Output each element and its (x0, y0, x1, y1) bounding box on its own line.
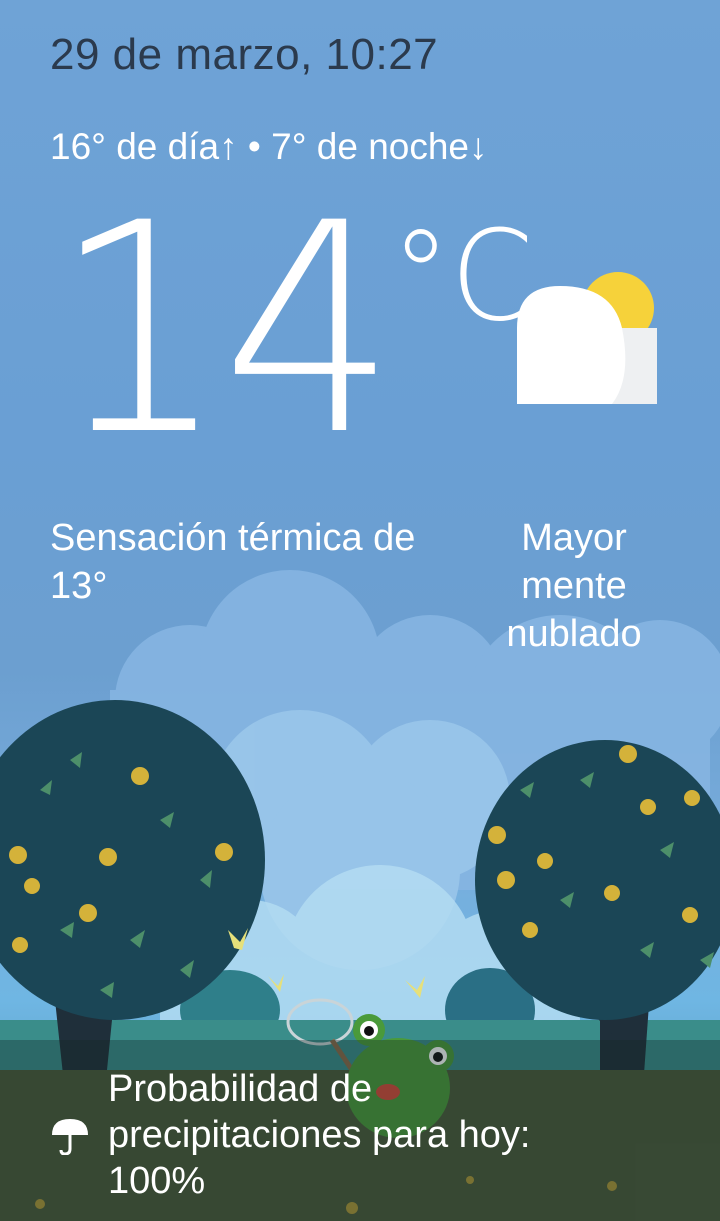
temperature-value: 14 (52, 162, 397, 499)
weather-condition: Mayor mente nublado (506, 517, 642, 655)
date-time: 29 de marzo, 10:27 (50, 30, 439, 79)
feels-like: Sensación térmica de 13° (50, 517, 416, 607)
cloud-sun-icon (517, 272, 657, 404)
precipitation-info: Probabilidad de precipitaciones para hoy… (50, 1066, 628, 1204)
umbrella-icon (52, 1119, 88, 1155)
precipitation-text: Probabilidad de precipitaciones para hoy… (108, 1068, 531, 1202)
current-temperature: 14°C (52, 186, 533, 476)
